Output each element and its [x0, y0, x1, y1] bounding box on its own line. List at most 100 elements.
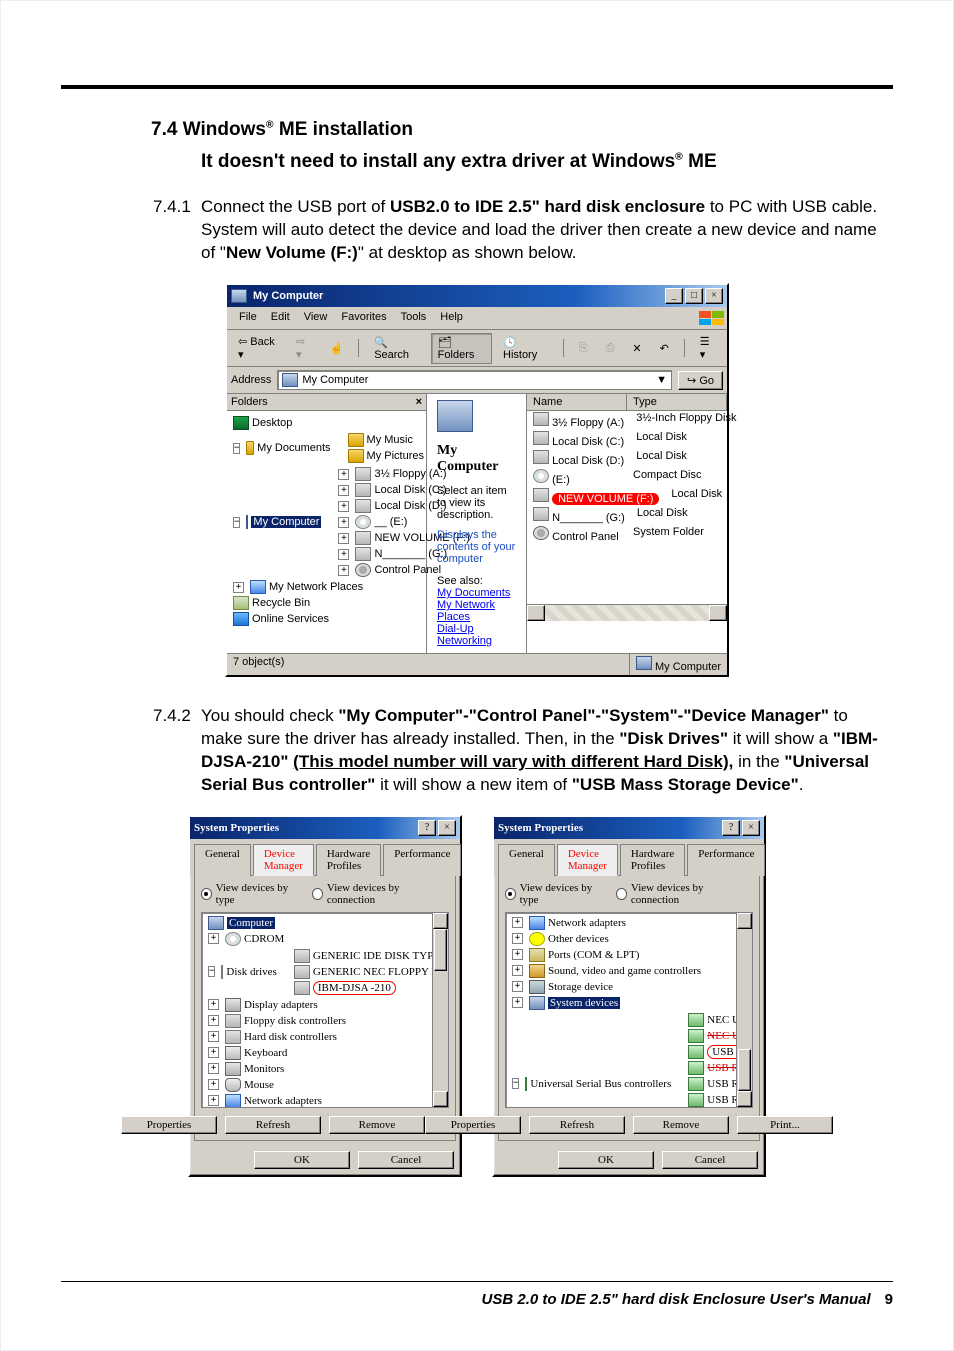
close-button[interactable]: ×	[705, 288, 723, 304]
device-tree[interactable]: Computer +CDROM −Disk drives GENERIC IDE…	[201, 912, 449, 1108]
expand-icon[interactable]: +	[338, 533, 349, 544]
tabstrip[interactable]: General Device Manager Hardware Profiles…	[190, 839, 460, 875]
tab-performance[interactable]: Performance	[383, 844, 461, 876]
move-to-button[interactable]: ⎘	[572, 339, 595, 358]
list-header[interactable]: Name Type	[527, 394, 727, 411]
expand-icon[interactable]: +	[208, 1031, 219, 1042]
folders-button[interactable]: 🗂 Folders	[431, 333, 492, 364]
refresh-button[interactable]: Refresh	[529, 1116, 625, 1134]
folders-pane[interactable]: Folders × Desktop −My Documents My Music…	[227, 394, 427, 653]
print-button[interactable]: Print...	[737, 1116, 833, 1134]
collapse-icon[interactable]: −	[208, 966, 215, 977]
tree-item[interactable]: Other devices	[548, 933, 609, 945]
delete-button[interactable]: ✕	[625, 339, 648, 358]
tree-item[interactable]: Sound, video and game controllers	[548, 965, 701, 977]
help-button[interactable]: ?	[722, 820, 740, 836]
close-button[interactable]: ×	[742, 820, 760, 836]
tree-item[interactable]: Ports (COM & LPT)	[548, 949, 639, 961]
up-button[interactable]: ☝	[323, 339, 351, 358]
link-my-network-places[interactable]: My Network Places	[437, 599, 495, 623]
titlebar[interactable]: My Computer _ □ ×	[227, 285, 727, 307]
menu-help[interactable]: Help	[434, 309, 469, 327]
tree-item-highlight[interactable]: IBM-DJSA -210	[294, 980, 449, 996]
tree-usb-controllers[interactable]: Universal Serial Bus controllers	[530, 1078, 671, 1090]
tree-item[interactable]: Network adapters	[244, 1095, 322, 1107]
expand-icon[interactable]: +	[208, 1079, 219, 1090]
scrollbar-vertical[interactable]	[432, 913, 448, 1107]
undo-button[interactable]: ↶	[653, 339, 676, 358]
copy-to-button[interactable]: ⎙	[599, 339, 622, 358]
tree-my-documents[interactable]: My Documents	[257, 442, 330, 454]
collapse-icon[interactable]: −	[233, 517, 240, 528]
menu-favorites[interactable]: Favorites	[335, 309, 392, 327]
tree-item[interactable]: Mouse	[244, 1079, 274, 1091]
tree-item[interactable]: Keyboard	[244, 1047, 287, 1059]
expand-icon[interactable]: +	[208, 1095, 219, 1106]
tab-general[interactable]: General	[194, 844, 251, 876]
address-bar[interactable]: Address My Computer ▼ ↪ Go	[227, 367, 727, 394]
tree-cdrom[interactable]: CDROM	[244, 933, 284, 945]
tree-item[interactable]: GENERIC NEC FLOPPY DISK	[294, 964, 449, 980]
menu-tools[interactable]: Tools	[395, 309, 433, 327]
list-item[interactable]: Control PanelSystem Folder	[527, 525, 727, 544]
views-button[interactable]: ☰ ▾	[693, 332, 723, 364]
properties-button[interactable]: Properties	[425, 1116, 521, 1134]
tab-performance[interactable]: Performance	[687, 844, 765, 876]
menu-bar[interactable]: File Edit View Favorites Tools Help	[227, 307, 727, 330]
radio-view-by-type[interactable]: View devices by type	[505, 882, 600, 906]
menu-edit[interactable]: Edit	[265, 309, 296, 327]
tree-desktop[interactable]: Desktop	[233, 415, 424, 431]
collapse-icon[interactable]: −	[233, 443, 240, 454]
tree-my-music[interactable]: My Music	[348, 432, 424, 448]
tree-online-services[interactable]: Online Services	[233, 611, 424, 627]
list-item[interactable]: Local Disk (C:)Local Disk	[527, 430, 727, 449]
tree-item[interactable]: Floppy disk controllers	[244, 1015, 346, 1027]
titlebar[interactable]: System Properties ? ×	[494, 817, 764, 839]
device-tree[interactable]: +Network adapters +Other devices +Ports …	[505, 912, 753, 1108]
scrollbar-horizontal[interactable]	[527, 604, 727, 621]
link-dial-up-networking[interactable]: Dial-Up Networking	[437, 623, 492, 647]
chevron-down-icon[interactable]: ▼	[656, 374, 667, 386]
expand-icon[interactable]: +	[338, 485, 349, 496]
maximize-button[interactable]: □	[685, 288, 703, 304]
expand-icon[interactable]: +	[512, 949, 523, 960]
folder-tree[interactable]: Desktop − My Documents My Music My Pictur…	[229, 415, 424, 627]
tree-network-places[interactable]: My Network Places	[269, 581, 363, 593]
back-button[interactable]: ⇦ Back ▾	[231, 332, 285, 364]
tree-item[interactable]: GENERIC IDE DISK TYPE47	[294, 948, 449, 964]
tab-hardware-profiles[interactable]: Hardware Profiles	[620, 844, 685, 876]
tree-item[interactable]: Display adapters	[244, 999, 318, 1011]
expand-icon[interactable]: +	[512, 997, 523, 1008]
tabstrip[interactable]: General Device Manager Hardware Profiles…	[494, 839, 764, 875]
tree-item[interactable]: Monitors	[244, 1063, 284, 1075]
link-my-documents[interactable]: My Documents	[437, 587, 510, 599]
tree-drive-e[interactable]: __ (E:)	[374, 516, 407, 528]
address-field[interactable]: My Computer ▼	[277, 370, 672, 390]
expand-icon[interactable]: +	[338, 517, 349, 528]
remove-button[interactable]: Remove	[633, 1116, 729, 1134]
menu-file[interactable]: File	[233, 309, 263, 327]
titlebar[interactable]: System Properties ? ×	[190, 817, 460, 839]
expand-icon[interactable]: +	[208, 933, 219, 944]
help-button[interactable]: ?	[418, 820, 436, 836]
ok-button[interactable]: OK	[558, 1151, 654, 1169]
tab-hardware-profiles[interactable]: Hardware Profiles	[316, 844, 381, 876]
expand-icon[interactable]: +	[208, 1047, 219, 1058]
scrollbar-vertical[interactable]	[736, 913, 752, 1107]
history-button[interactable]: 🕓 History	[496, 333, 555, 364]
tree-my-pictures[interactable]: My Pictures	[348, 448, 424, 464]
list-item-highlight[interactable]: NEW VOLUME (F:)Local Disk	[527, 487, 727, 506]
remove-button[interactable]: Remove	[329, 1116, 425, 1134]
search-button[interactable]: 🔍 Search	[367, 333, 426, 364]
radio-view-by-connection[interactable]: View devices by connection	[616, 882, 737, 906]
list-item[interactable]: (E:)Compact Disc	[527, 468, 727, 487]
list-item[interactable]: N_______ (G:)Local Disk	[527, 506, 727, 525]
tree-item[interactable]: Storage device	[548, 981, 613, 993]
list-item[interactable]: 3½ Floppy (A:)3½-Inch Floppy Disk	[527, 411, 727, 430]
ok-button[interactable]: OK	[254, 1151, 350, 1169]
minimize-button[interactable]: _	[665, 288, 683, 304]
list-item[interactable]: Local Disk (D:)Local Disk	[527, 449, 727, 468]
col-name[interactable]: Name	[527, 394, 627, 410]
expand-icon[interactable]: +	[512, 981, 523, 992]
expand-icon[interactable]: +	[338, 469, 349, 480]
